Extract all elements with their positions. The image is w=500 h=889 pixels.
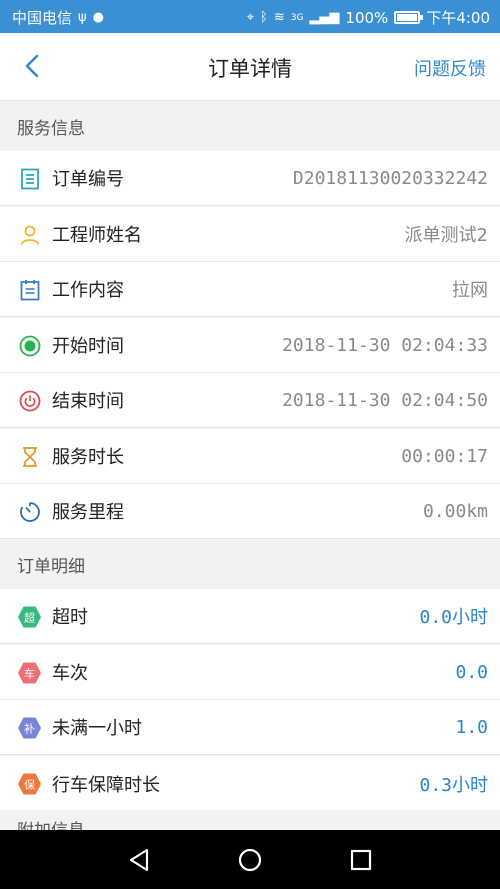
service-duration-label: 服务时长	[52, 447, 124, 468]
service-mileage-label: 服务里程	[52, 502, 124, 523]
bluetooth-icon: ᛒ	[260, 9, 268, 25]
carrier-label: 中国电信	[12, 9, 73, 27]
person-icon	[20, 225, 40, 245]
trips-badge-icon: 车	[17, 661, 42, 685]
power-icon	[19, 390, 41, 412]
under-one-hour-row: 补 未满一小时 1.0	[0, 700, 500, 755]
overtime-badge-icon: 超	[17, 605, 42, 629]
service-section-header: 服务信息	[0, 101, 500, 151]
trips-value: 0.0	[455, 661, 488, 683]
network-type-label: 3G	[290, 12, 304, 23]
service-mileage-value: 0.00km	[422, 500, 488, 522]
status-bar: 中国电信 ψ ● ⌖ ᛒ ≋ 3G ▂▄▆ 100% 下午4:00	[0, 0, 500, 33]
order-number-row: 订单编号 D2018113002033​2242	[0, 151, 500, 206]
engineer-name-row: 工程师姓名 派单测试2	[0, 207, 500, 262]
guarantee-badge-icon: 保	[17, 772, 42, 796]
trips-row: 车 车次 0.0	[0, 645, 500, 700]
clock: 下午4:00	[426, 9, 490, 27]
overtime-value: 0.0小时	[419, 607, 488, 628]
start-time-label: 开始时间	[52, 336, 124, 357]
overtime-label: 超时	[52, 607, 88, 628]
overtime-row: 超 超时 0.0小时	[0, 589, 500, 644]
work-content-value: 拉网	[452, 280, 488, 301]
guarantee-duration-label: 行车保障时长	[52, 774, 160, 796]
service-mileage-row: 服务里程 0.00km	[0, 484, 500, 539]
message-icon: ●	[92, 9, 104, 25]
detail-section-header: 订单明细	[0, 540, 500, 589]
trips-label: 车次	[52, 663, 88, 684]
timer-icon	[20, 502, 40, 522]
location-icon: ⌖	[246, 9, 254, 25]
document-icon	[21, 168, 39, 190]
end-time-row: 结束时间 2018-11-30 02:04:50	[0, 373, 500, 428]
start-time-value: 2018-11-30 02:04:33	[282, 334, 488, 356]
partial-section-title: 附加信息	[17, 816, 85, 830]
service-duration-value: 00:00:17	[401, 445, 488, 467]
wifi-icon: ≋	[273, 9, 285, 25]
end-time-label: 结束时间	[52, 391, 124, 412]
work-content-row: 工作内容 拉网	[0, 262, 500, 317]
engineer-name-label: 工程师姓名	[52, 225, 142, 246]
battery-percent: 100%	[345, 8, 389, 27]
back-triangle-icon[interactable]	[126, 846, 154, 874]
guarantee-duration-row: 保 行车保障时长 0.3小时	[0, 756, 500, 811]
supplement-badge-icon: 补	[17, 716, 42, 740]
service-duration-row: 服务时长 00:00:17	[0, 429, 500, 484]
guarantee-badge-text: 保	[24, 778, 35, 792]
hourglass-icon	[23, 447, 37, 467]
start-icon	[19, 335, 41, 357]
home-circle-icon[interactable]	[236, 846, 264, 874]
guarantee-duration-value: 0.3小时	[419, 774, 488, 796]
under-one-hour-label: 未满一小时	[52, 718, 142, 739]
recents-square-icon[interactable]	[347, 846, 375, 874]
overtime-badge-text: 超	[24, 611, 35, 625]
usb-icon: ψ	[78, 9, 87, 25]
battery-icon	[394, 11, 424, 24]
system-nav-bar	[0, 830, 500, 889]
feedback-button[interactable]: 问题反馈	[414, 55, 486, 81]
work-content-label: 工作内容	[52, 280, 124, 301]
order-number-label: 订单编号	[52, 169, 124, 190]
under-one-hour-value: 1.0	[455, 716, 488, 738]
order-number-value: D2018113002033​2242	[292, 167, 488, 189]
engineer-name-value: 派单测试2	[404, 225, 488, 246]
end-time-value: 2018-11-30 02:04:50	[282, 389, 488, 411]
start-time-row: 开始时间 2018-11-30 02:04:33	[0, 318, 500, 373]
clipboard-icon	[20, 280, 40, 301]
nav-bar: 订单详情 问题反馈	[0, 33, 500, 101]
partial-section-header: 附加信息	[0, 810, 500, 830]
signal-icon: ▂▄▆	[309, 9, 340, 25]
supplement-badge-text: 补	[24, 723, 35, 736]
trips-badge-text: 车	[24, 667, 35, 681]
